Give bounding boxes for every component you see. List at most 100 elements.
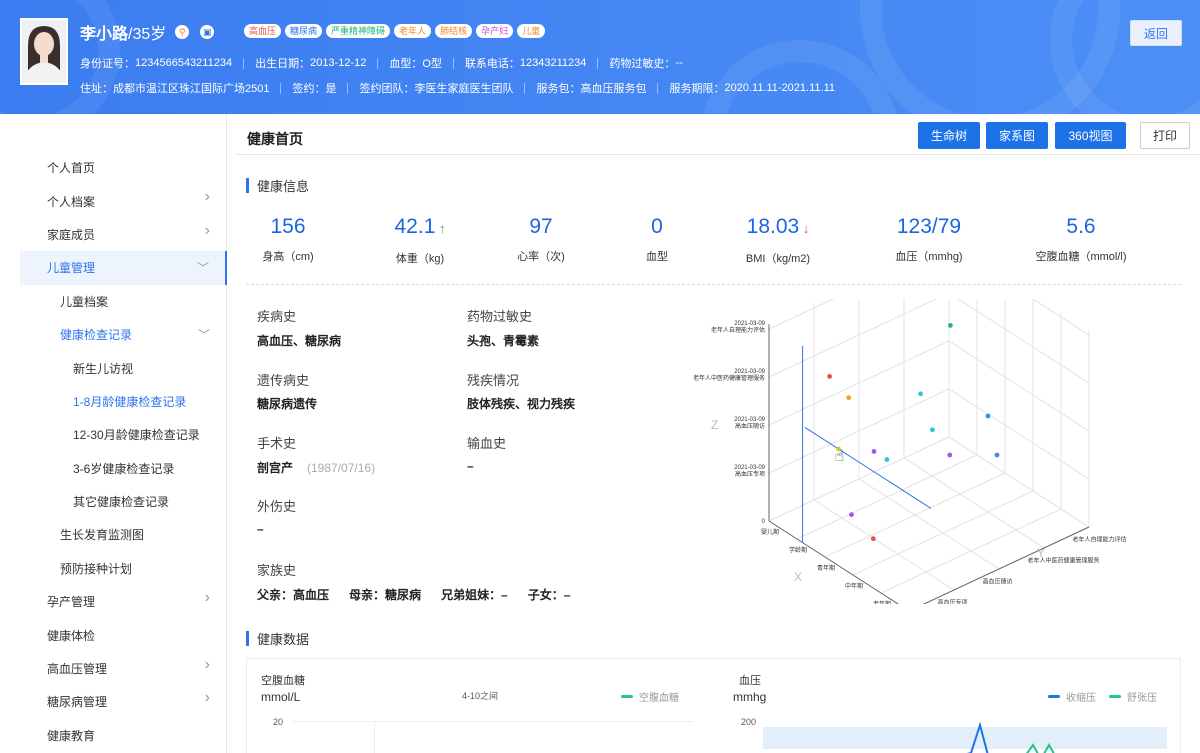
info-separator xyxy=(243,57,245,69)
x-axis-title: X xyxy=(794,570,802,584)
sidebar-item[interactable]: 健康体检 xyxy=(20,618,226,651)
sidebar-item[interactable]: 糖尿病管理 › xyxy=(20,685,226,718)
page-title: 健康首页 xyxy=(247,131,303,147)
sidebar-item[interactable]: 孕产管理 › xyxy=(20,585,226,618)
metric-card: 123/79 血压（mmhg) xyxy=(869,215,989,264)
family-member-label: 子女： xyxy=(527,588,564,602)
metric-value-text: 0 xyxy=(651,215,663,238)
sidebar-item-label: 儿童管理 xyxy=(47,261,96,276)
trend-down-icon: ↓ xyxy=(799,221,810,236)
z-tick-label: 老年人自理能力评估 xyxy=(711,326,765,334)
condition-tag: 严重精神障碍 xyxy=(326,24,391,38)
info-separator xyxy=(377,57,379,69)
glucose-legend: 空腹血糖 xyxy=(621,689,679,704)
metric-label: 心率（次) xyxy=(517,251,565,263)
avatar xyxy=(20,18,68,85)
view360-button[interactable]: 360视图 xyxy=(1055,122,1126,149)
metric-label: 体重（kg) xyxy=(395,253,445,265)
metric-value-text: 156 xyxy=(270,215,306,238)
family-member: 兄弟姐妹：– xyxy=(441,588,508,602)
grid-line xyxy=(948,340,1090,432)
trauma-history-label: 外伤史 xyxy=(257,499,297,514)
grid-line xyxy=(948,388,1090,480)
sidebar-item[interactable]: 新生儿访视 xyxy=(20,351,226,384)
patient-tags: 高血压 糖尿病 严重精神障碍 老年人 肺结核 孕产妇 儿童 xyxy=(244,24,546,38)
sidebar-item[interactable]: 高血压管理 › xyxy=(20,652,226,685)
id-card-icon[interactable]: ▣ xyxy=(200,25,215,39)
sidebar-item[interactable]: 健康教育 xyxy=(20,719,226,752)
info-value: 12343211234 xyxy=(519,57,587,69)
legend-swatch xyxy=(621,695,633,698)
patient-info-row-1: 身份证号： 1234566543211234 出生日期： 2013-12-12 血型： O… xyxy=(80,55,683,71)
trauma-history-value: – xyxy=(257,522,264,536)
chevron-right-icon: › xyxy=(204,221,210,239)
family-member-value: – xyxy=(501,588,508,602)
sidebar-item[interactable]: 其它健康检查记录 xyxy=(20,485,226,518)
chevron-down-icon: ﹀ xyxy=(197,327,210,342)
disease-history-value: 高血压、糖尿病 xyxy=(257,334,342,348)
info-value: 成都市温江区珠江国际广场2501 xyxy=(113,83,270,95)
chevron-right-icon: › xyxy=(204,655,210,673)
chevron-down-icon: ﹀ xyxy=(196,261,209,276)
sidebar-item-label: 健康检查记录 xyxy=(60,328,133,343)
sidebar-item[interactable]: 儿童档案 xyxy=(20,285,226,318)
info-label: 签约团队： xyxy=(359,83,415,95)
sidebar-item[interactable]: 3-6岁健康检查记录 xyxy=(20,452,226,485)
sidebar-item[interactable]: 家庭成员 › xyxy=(20,218,226,251)
family-member: 母亲：糖尿病 xyxy=(349,588,421,602)
surgery-history-value: 剖宫产 (1987/07/16) xyxy=(257,459,375,476)
glucose-gridline xyxy=(293,721,693,722)
metric-value: 123/79 xyxy=(869,215,989,239)
sidebar-item-label: 儿童档案 xyxy=(60,294,109,309)
crosshair-line xyxy=(804,426,932,509)
data-point xyxy=(871,449,877,454)
sidebar-item-label: 3-6岁健康检查记录 xyxy=(73,461,175,476)
patient-name-text: 李小路 xyxy=(80,26,129,43)
info-label: 服务期限： xyxy=(669,83,725,95)
info-value: 是 xyxy=(325,83,337,95)
metric-value-text: 5.6 xyxy=(1066,215,1096,238)
chevron-right-icon: › xyxy=(204,188,210,206)
data-point xyxy=(870,536,876,542)
grid-line xyxy=(948,436,1090,528)
info-separator xyxy=(452,57,454,69)
sidebar-item[interactable]: 健康检查记录 ﹀ xyxy=(20,318,226,351)
timeline-3d-chart[interactable]: 婴儿期学龄期青年期中年期老年期高血压专项高血压随访老年人中医药健康管理服务老年人… xyxy=(669,299,1174,604)
info-label: 签约： xyxy=(292,83,326,95)
sidebar-item-label: 糖尿病管理 xyxy=(47,695,108,710)
sidebar-item[interactable]: 12-30月龄健康检查记录 xyxy=(20,418,226,451)
info-separator xyxy=(597,57,599,69)
info-value: -- xyxy=(675,57,683,69)
back-button[interactable]: 返回 xyxy=(1130,20,1182,46)
surgery-name: 剖宫产 xyxy=(257,461,294,475)
sidebar-item[interactable]: 生长发育监测图 xyxy=(20,518,226,551)
sidebar-item-label: 孕产管理 xyxy=(47,595,96,610)
z-tick-label: 高血压专项 xyxy=(735,470,765,478)
metric-card: 0 血型 xyxy=(597,215,717,264)
glucose-y-tick: 20 xyxy=(273,717,284,727)
x-axis-line xyxy=(768,520,900,604)
family-member-value: 高血压 xyxy=(293,588,330,602)
sidebar-item[interactable]: 个人档案 › xyxy=(20,184,226,217)
life-tree-button[interactable]: 生命树 xyxy=(918,122,980,149)
info-value: O型 xyxy=(422,58,442,70)
grid-line xyxy=(1032,299,1090,336)
sidebar-item-label: 个人档案 xyxy=(47,194,96,209)
chevron-right-icon: › xyxy=(204,589,210,607)
x-tick-label: 老年期 xyxy=(873,600,891,604)
print-button[interactable]: 打印 xyxy=(1140,122,1190,149)
patient-header: 李小路/35岁 ⚲ ▣ 高血压 糖尿病 严重精神障碍 老年人 肺结核 孕产妇 儿童 身份证号… xyxy=(0,0,1200,114)
family-tree-button[interactable]: 家系图 xyxy=(986,122,1048,149)
title-divider xyxy=(236,154,1200,155)
sidebar-item[interactable]: 预防接种计划 xyxy=(20,552,226,585)
condition-tag: 孕产妇 xyxy=(476,24,514,38)
sidebar-item[interactable]: 儿童管理 ﹀ xyxy=(20,251,227,285)
sidebar-item[interactable]: 个人首页 xyxy=(20,151,226,184)
glucose-unit: mmol/L xyxy=(261,690,301,704)
metric-label: 血压（mmhg) xyxy=(895,251,963,263)
sidebar-item-label: 其它健康检查记录 xyxy=(73,495,170,510)
bp-chart-title: 血压 xyxy=(739,675,761,687)
health-info-title: 健康信息 xyxy=(246,176,309,195)
sidebar-item[interactable]: 1-8月龄健康检查记录 xyxy=(20,385,226,418)
key-icon[interactable]: ⚲ xyxy=(175,25,190,39)
